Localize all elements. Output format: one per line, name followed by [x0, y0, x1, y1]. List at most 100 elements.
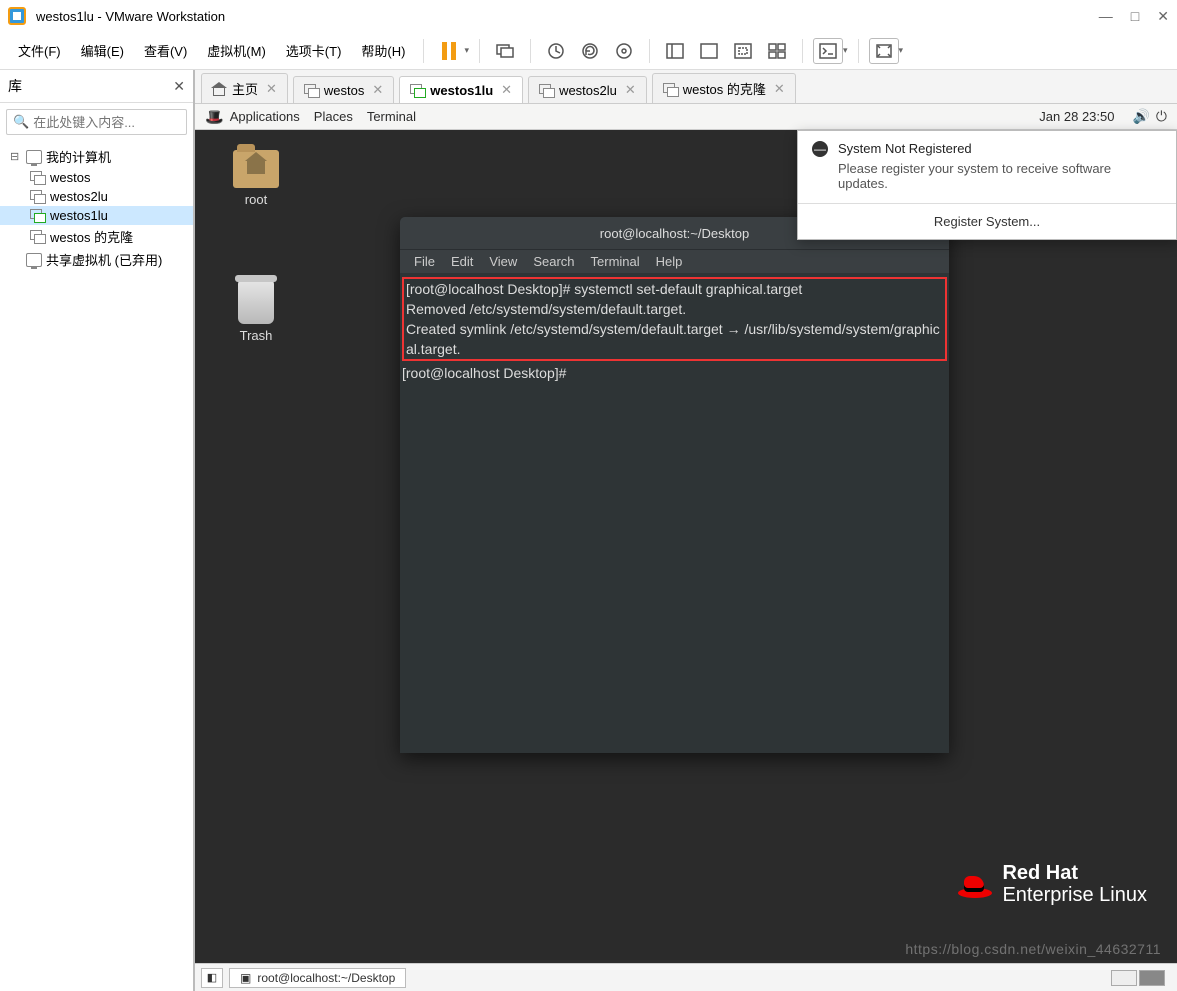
tab-close-icon[interactable]: ✕ — [372, 82, 383, 98]
gnome-top-bar: 🎩 Applications Places Terminal Jan 28 23… — [195, 104, 1177, 130]
fullscreen-dropdown[interactable]: ▾ — [899, 45, 904, 56]
desktop-icon-trash[interactable]: Trash — [221, 280, 291, 343]
vm-running-icon — [410, 84, 424, 96]
snapshot-manager-icon[interactable] — [609, 38, 639, 64]
tree-label: westos1lu — [50, 208, 108, 223]
terminal-highlight-box: [root@localhost Desktop]# systemctl set-… — [402, 277, 947, 361]
gnome-menu-terminal[interactable]: Terminal — [367, 109, 416, 124]
view-unity-icon[interactable] — [728, 38, 758, 64]
tab-close-icon[interactable]: ✕ — [501, 82, 512, 98]
vm-icon — [304, 84, 318, 96]
tab-close-icon[interactable]: ✕ — [625, 82, 636, 98]
folder-home-icon — [233, 150, 279, 188]
tab-label: westos — [324, 83, 364, 98]
vm-icon — [30, 190, 46, 204]
tree-vm-westos1lu[interactable]: westos1lu — [0, 206, 193, 225]
redhat-hat-icon — [958, 872, 992, 898]
tab-westos1lu[interactable]: westos1lu ✕ — [399, 76, 523, 103]
close-button[interactable]: ✕ — [1157, 8, 1169, 25]
tab-close-icon[interactable]: ✕ — [774, 81, 785, 97]
tree-vm-westos-clone[interactable]: westos 的克隆 — [0, 225, 193, 248]
tree-vm-westos[interactable]: westos — [0, 168, 193, 187]
volume-icon[interactable]: 🔊 — [1132, 108, 1149, 125]
notification-popup: — System Not Registered Please register … — [797, 130, 1177, 240]
sidebar-title: 库 — [8, 76, 22, 96]
menu-help[interactable]: 帮助(H) — [353, 37, 413, 64]
tab-bar: 主页 ✕ westos ✕ westos1lu ✕ westos2lu ✕ we… — [195, 70, 1177, 104]
power-icon[interactable]: ⏻ — [1156, 108, 1167, 125]
tree-label: 我的计算机 — [46, 147, 111, 166]
tab-close-icon[interactable]: ✕ — [266, 81, 277, 97]
guest-desktop[interactable]: root Trash root@localhost:~/Desktop File… — [195, 130, 1177, 963]
gnome-clock[interactable]: Jan 28 23:50 — [1039, 109, 1114, 124]
separator — [802, 39, 803, 63]
computer-icon — [26, 150, 42, 164]
vmware-app-icon — [8, 7, 26, 25]
fullscreen-icon[interactable] — [869, 38, 899, 64]
tab-westos-clone[interactable]: westos 的克隆 ✕ — [652, 73, 796, 103]
maximize-button[interactable]: □ — [1131, 8, 1139, 25]
view-thumbnail-icon[interactable] — [762, 38, 792, 64]
tab-westos[interactable]: westos ✕ — [293, 76, 394, 103]
statusbar-task-terminal[interactable]: ▣ root@localhost:~/Desktop — [229, 968, 406, 988]
separator — [479, 39, 480, 63]
search-input[interactable] — [33, 115, 209, 130]
terminal-body[interactable]: [root@localhost Desktop]# systemctl set-… — [400, 273, 949, 753]
search-icon: 🔍 — [13, 114, 29, 130]
tree-label: westos2lu — [50, 189, 108, 204]
term-menu-view[interactable]: View — [483, 252, 523, 271]
library-tree: ⊟ 我的计算机 westos westos2lu westos1lu westo… — [0, 141, 193, 275]
menu-file[interactable]: 文件(F) — [10, 37, 69, 64]
minimize-button[interactable]: — — [1099, 8, 1113, 25]
term-menu-help[interactable]: Help — [650, 252, 689, 271]
snapshot-revert-icon[interactable] — [575, 38, 605, 64]
sidebar-close-icon[interactable]: ✕ — [173, 78, 185, 95]
statusbar-indicators[interactable] — [1111, 970, 1165, 986]
trash-icon — [238, 280, 274, 324]
tree-shared-vms[interactable]: 共享虚拟机 (已弃用) — [0, 248, 193, 271]
menu-edit[interactable]: 编辑(E) — [73, 37, 132, 64]
term-menu-file[interactable]: File — [408, 252, 441, 271]
terminal-window[interactable]: root@localhost:~/Desktop File Edit View … — [400, 217, 949, 753]
redhat-icon: 🎩 — [205, 108, 224, 126]
view-console-icon[interactable] — [694, 38, 724, 64]
tab-home[interactable]: 主页 ✕ — [201, 73, 288, 103]
statusbar-workspace-button[interactable]: ◧ — [201, 968, 223, 988]
vm-icon — [30, 171, 46, 185]
power-dropdown[interactable]: ▾ — [464, 45, 469, 56]
register-system-button[interactable]: Register System... — [798, 203, 1176, 239]
guest-viewport[interactable]: 🎩 Applications Places Terminal Jan 28 23… — [195, 104, 1177, 963]
notification-title: System Not Registered — [838, 141, 972, 156]
notification-body: Please register your system to receive s… — [798, 159, 1176, 203]
desktop-icon-root[interactable]: root — [221, 150, 291, 207]
term-menu-edit[interactable]: Edit — [445, 252, 479, 271]
pause-button[interactable] — [434, 38, 464, 64]
console-dropdown[interactable]: ▾ — [843, 45, 848, 56]
term-menu-terminal[interactable]: Terminal — [585, 252, 646, 271]
console-view-icon[interactable] — [813, 38, 843, 64]
view-single-icon[interactable] — [660, 38, 690, 64]
tab-label: westos 的克隆 — [683, 79, 766, 98]
menu-tabs[interactable]: 选项卡(T) — [278, 37, 350, 64]
tree-my-computer[interactable]: ⊟ 我的计算机 — [0, 145, 193, 168]
vm-running-icon — [30, 209, 46, 223]
tab-westos2lu[interactable]: westos2lu ✕ — [528, 76, 647, 103]
tree-label: 共享虚拟机 (已弃用) — [46, 250, 162, 269]
redhat-logo: Red Hat Enterprise Linux — [958, 863, 1147, 907]
send-ctrl-alt-del-icon[interactable] — [490, 38, 520, 64]
sidebar-search[interactable]: 🔍 ▼ — [6, 109, 187, 135]
tree-label: westos — [50, 170, 90, 185]
separator — [858, 39, 859, 63]
tree-label: westos 的克隆 — [50, 227, 133, 246]
snapshot-take-icon[interactable] — [541, 38, 571, 64]
tab-label: westos1lu — [430, 83, 493, 98]
library-sidebar: 库 ✕ 🔍 ▼ ⊟ 我的计算机 westos westos2lu westo — [0, 70, 195, 991]
window-titlebar: westos1lu - VMware Workstation — □ ✕ — [0, 0, 1177, 32]
gnome-menu-places[interactable]: Places — [314, 109, 353, 124]
window-title: westos1lu - VMware Workstation — [36, 9, 1099, 24]
menu-vm[interactable]: 虚拟机(M) — [199, 37, 274, 64]
tree-vm-westos2lu[interactable]: westos2lu — [0, 187, 193, 206]
menu-view[interactable]: 查看(V) — [136, 37, 195, 64]
gnome-menu-applications[interactable]: Applications — [230, 109, 300, 124]
term-menu-search[interactable]: Search — [527, 252, 580, 271]
